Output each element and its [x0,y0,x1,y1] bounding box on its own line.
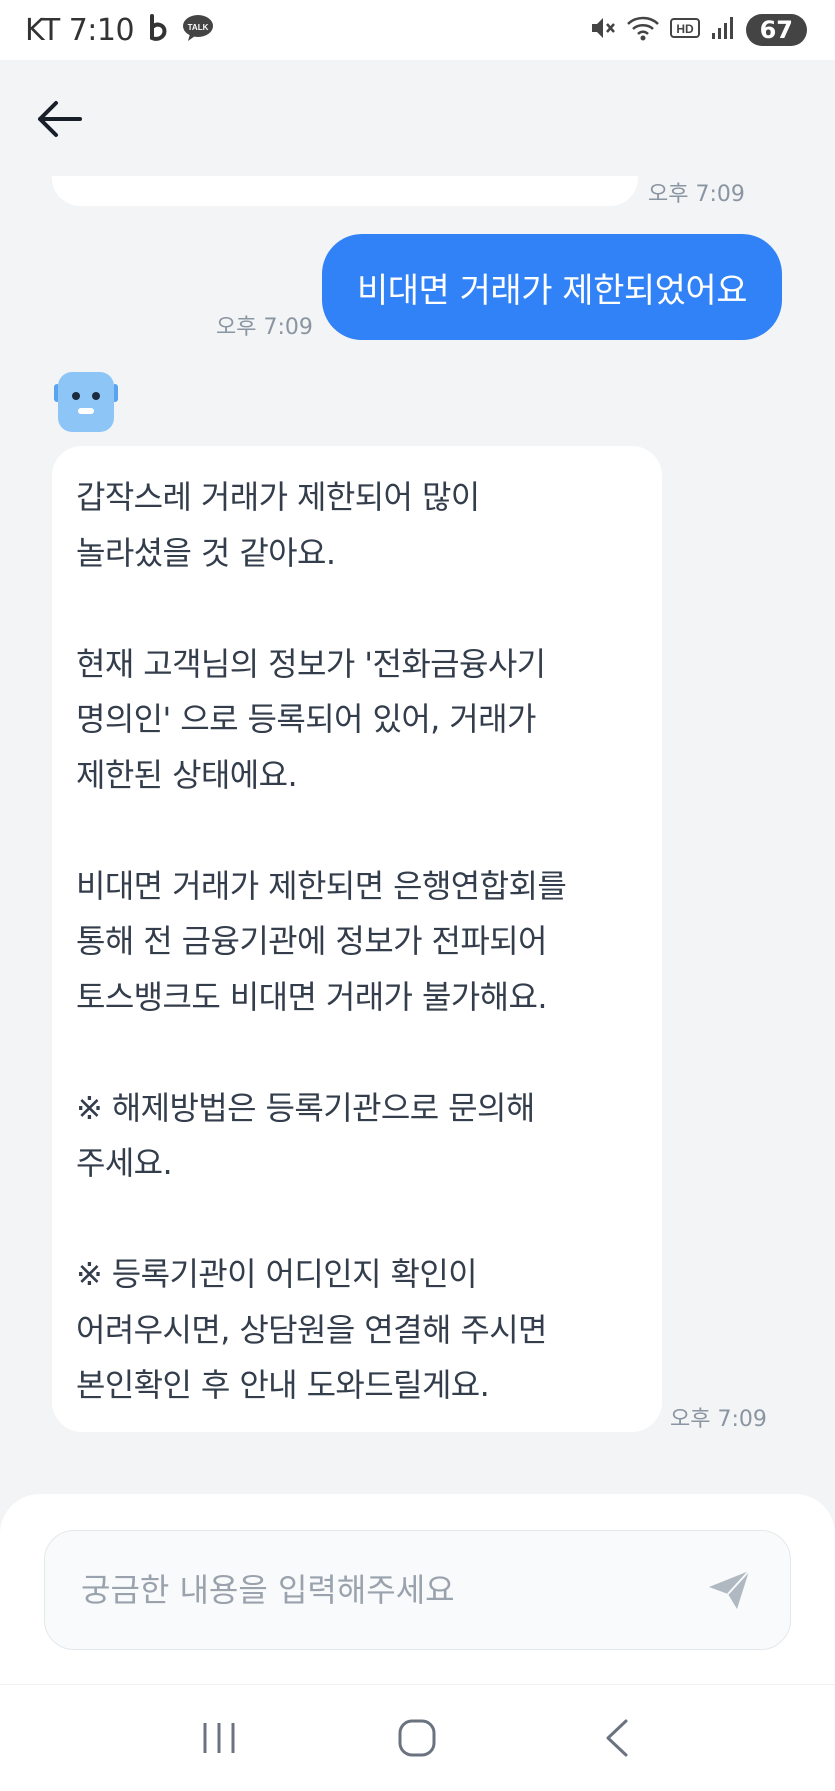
mute-icon [588,14,616,46]
robot-icon [52,368,120,436]
back-button[interactable] [34,94,84,144]
recent-apps-button[interactable] [189,1708,249,1768]
previous-message-bubble [52,176,638,206]
message-input-box [44,1530,791,1650]
user-message-bubble: 비대면 거래가 제한되었어요 [322,234,782,340]
signal-icon [710,15,736,45]
arrow-left-icon [38,101,82,137]
bot-message-timestamp: 오후 7:09 [670,1407,767,1432]
carrier-time: KT 7:10 [25,12,135,48]
previous-message-timestamp: 오후 7:09 [648,182,745,207]
android-nav-bar [0,1684,835,1791]
status-bar: KT 7:10 TALK HD 67 [0,0,835,60]
bot-message-bubble: 갑작스레 거래가 제한되어 많이 놀라셨을 것 같아요. 현재 고객님의 정보가… [52,446,662,1432]
bot-message-text: 갑작스레 거래가 제한되어 많이 놀라셨을 것 같아요. 현재 고객님의 정보가… [76,478,567,1404]
input-area [0,1494,835,1684]
header [0,60,835,176]
hd-icon: HD [669,16,700,44]
home-button[interactable] [387,1708,447,1768]
status-right: HD 67 [588,14,807,46]
wifi-icon [626,14,660,46]
kakaotalk-icon: TALK [182,14,214,46]
chat-area[interactable]: 오후 7:09 오후 7:09 비대면 거래가 제한되었어요 갑작스레 거래가 … [0,176,835,1486]
b-app-icon [146,14,170,46]
message-input[interactable] [81,1571,704,1609]
user-message-timestamp: 오후 7:09 [216,315,313,340]
send-icon [709,1570,750,1609]
nav-back-button[interactable] [586,1708,646,1768]
home-icon [398,1719,436,1757]
status-left: KT 7:10 TALK [25,13,214,48]
send-button[interactable] [704,1565,754,1615]
back-icon [606,1719,628,1757]
kakaotalk-label: TALK [188,23,209,32]
recent-apps-icon [203,1723,235,1753]
battery-indicator: 67 [745,14,807,46]
hd-label: HD [676,22,694,36]
